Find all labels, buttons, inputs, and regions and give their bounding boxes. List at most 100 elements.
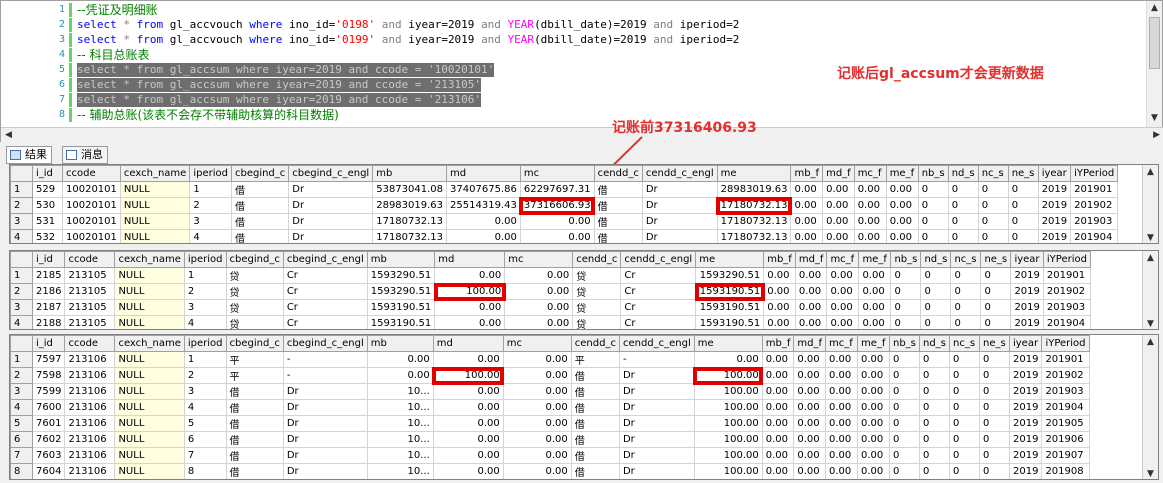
table-cell[interactable]: 平 [570, 351, 620, 368]
column-header-cexch_name[interactable]: cexch_name [114, 335, 185, 352]
table-cell[interactable]: 62297697.31 [519, 181, 595, 198]
table-cell[interactable]: Dr [618, 367, 695, 384]
column-header-md_f[interactable]: md_f [794, 251, 828, 268]
table-cell[interactable]: Dr [282, 415, 368, 432]
table-cell[interactable]: 0.00 [504, 267, 574, 284]
table-cell[interactable]: 1 [183, 351, 227, 368]
table-cell[interactable]: 0.00 [761, 383, 795, 400]
table-cell[interactable]: 201902 [1041, 367, 1090, 384]
row-number[interactable]: 4 [10, 229, 33, 243]
grid2-table[interactable]: i_id ccode cexch_name iperiod cbegind_c cbegi… [10, 251, 1091, 329]
table-cell[interactable]: 0 [888, 463, 920, 479]
table-cell[interactable]: 2019 [1008, 351, 1043, 368]
column-header-cendd_c_engl[interactable]: cendd_c_engl [618, 335, 695, 352]
column-header-cbegind_c[interactable]: cbegind_c [225, 251, 284, 268]
column-header-md[interactable]: md [446, 165, 521, 182]
table-cell[interactable]: 0 [978, 367, 1010, 384]
table-cell[interactable]: 0 [948, 383, 980, 400]
table-cell[interactable]: 0 [890, 315, 922, 329]
table-cell[interactable]: 7601 [31, 415, 66, 432]
table-cell[interactable]: 0 [947, 213, 979, 230]
table-cell[interactable]: 530 [32, 197, 63, 214]
table-cell[interactable]: 0.00 [432, 447, 504, 464]
table-cell[interactable]: 0.00 [519, 229, 595, 243]
table-cell[interactable]: 201908 [1041, 463, 1090, 479]
table-cell[interactable]: 0 [888, 431, 920, 448]
table-cell[interactable]: 0.00 [826, 299, 860, 316]
table-cell[interactable]: Dr [618, 463, 695, 479]
table-cell[interactable]: 借 [593, 181, 643, 198]
table-cell[interactable]: 100.00 [693, 399, 763, 416]
table-cell[interactable]: 0.00 [790, 229, 824, 243]
table-cell[interactable]: 0.00 [502, 383, 572, 400]
table-cell[interactable]: 0.00 [824, 351, 858, 368]
row-number[interactable]: 4 [10, 315, 33, 329]
table-cell[interactable]: 2019 [1010, 299, 1044, 316]
table-cell[interactable]: 0.00 [853, 229, 887, 243]
table-cell[interactable]: 0.00 [826, 267, 860, 284]
table-cell[interactable]: NULL [114, 283, 185, 300]
table-cell[interactable]: 0.00 [824, 367, 858, 384]
table-cell[interactable]: 213106 [64, 367, 116, 384]
table-cell[interactable]: 贷 [572, 267, 622, 284]
table-cell[interactable]: 0.00 [856, 447, 890, 464]
table-cell[interactable]: 0.00 [763, 283, 796, 300]
table-cell[interactable]: 100.00 [693, 415, 763, 432]
grid1-cell-mc-highlight[interactable]: 37316606.93 [519, 196, 596, 215]
table-cell[interactable]: 7600 [31, 399, 66, 416]
code-line[interactable]: 1 --凭证及明细账 [1, 3, 1141, 17]
table-cell[interactable]: 0.00 [885, 229, 919, 243]
table-cell[interactable]: 0 [888, 351, 920, 368]
table-cell[interactable]: 213106 [64, 383, 116, 400]
table-cell[interactable]: 2186 [31, 283, 66, 300]
table-cell[interactable]: 0.00 [502, 351, 572, 368]
table-cell[interactable]: 0 [980, 283, 1012, 300]
grid3-cell-md-highlight[interactable]: 100.00 [432, 366, 505, 385]
column-header-mb_f[interactable]: mb_f [790, 165, 824, 182]
table-cell[interactable]: 28983019.63 [372, 197, 448, 214]
column-header-iyperiod[interactable]: iYPeriod [1070, 165, 1119, 182]
column-header-mc_f[interactable]: mc_f [824, 335, 858, 352]
column-header-me_f[interactable]: me_f [858, 251, 892, 268]
table-cell[interactable]: 0.00 [366, 367, 434, 384]
table-cell[interactable]: NULL [114, 415, 185, 432]
table-cell[interactable]: 借 [225, 399, 284, 416]
table-cell[interactable]: 0.00 [432, 351, 504, 368]
table-cell[interactable]: 201902 [1042, 283, 1091, 300]
grid3-cell-me-highlight[interactable]: 100.00 [693, 366, 764, 385]
column-header-iyear[interactable]: iyear [1037, 165, 1072, 182]
table-cell[interactable]: 5 [183, 415, 227, 432]
table-cell[interactable]: 借 [225, 431, 284, 448]
table-cell[interactable]: 贷 [572, 315, 622, 329]
table-cell[interactable]: 0.00 [822, 181, 855, 198]
column-header-cendd_c[interactable]: cendd_c [593, 165, 643, 182]
code-line[interactable]: 3 select * from gl_accvouch where ino_id=… [1, 33, 1141, 47]
row-number[interactable]: 3 [10, 383, 33, 400]
editor-horizontal-scrollbar[interactable]: ◀ ▶ [1, 127, 1163, 143]
table-cell[interactable]: Dr [618, 383, 695, 400]
table-cell[interactable]: 0.00 [856, 351, 890, 368]
table-cell[interactable]: Cr [620, 267, 697, 284]
column-header-me[interactable]: me [716, 165, 792, 182]
table-cell[interactable]: 0 [978, 447, 1010, 464]
table-row[interactable]: 5 7601 213106 NULL 5 借 Dr 10... 0.00 0.00 借 Dr 100.0… [10, 415, 1090, 432]
table-cell[interactable]: 0 [888, 415, 920, 432]
table-cell[interactable]: 贷 [225, 315, 284, 329]
column-header-nd_s[interactable]: nd_s [918, 335, 950, 352]
table-row[interactable]: 1 529 10020101 NULL 1 借 Dr 53873041.08 37407675.… [10, 181, 1119, 198]
column-header-rownum[interactable] [10, 251, 33, 268]
table-cell[interactable]: 0.00 [824, 399, 858, 416]
table-cell[interactable]: 4 [183, 399, 227, 416]
table-cell[interactable]: 借 [570, 383, 620, 400]
table-cell[interactable]: 0.00 [793, 431, 826, 448]
row-number[interactable]: 1 [10, 351, 33, 368]
table-cell[interactable]: 0.00 [763, 315, 796, 329]
table-cell[interactable]: 0.00 [794, 315, 828, 329]
table-cell[interactable]: NULL [119, 197, 191, 214]
column-header-md[interactable]: md [434, 251, 506, 268]
code-line[interactable]: 8 -- 辅助总账(该表不会存不带辅助核算的科目数据) [1, 108, 1141, 122]
table-cell[interactable]: Dr [641, 197, 718, 214]
table-cell[interactable]: 0 [917, 197, 949, 214]
table-cell[interactable]: 0.00 [432, 415, 504, 432]
table-cell[interactable]: 借 [230, 229, 290, 243]
